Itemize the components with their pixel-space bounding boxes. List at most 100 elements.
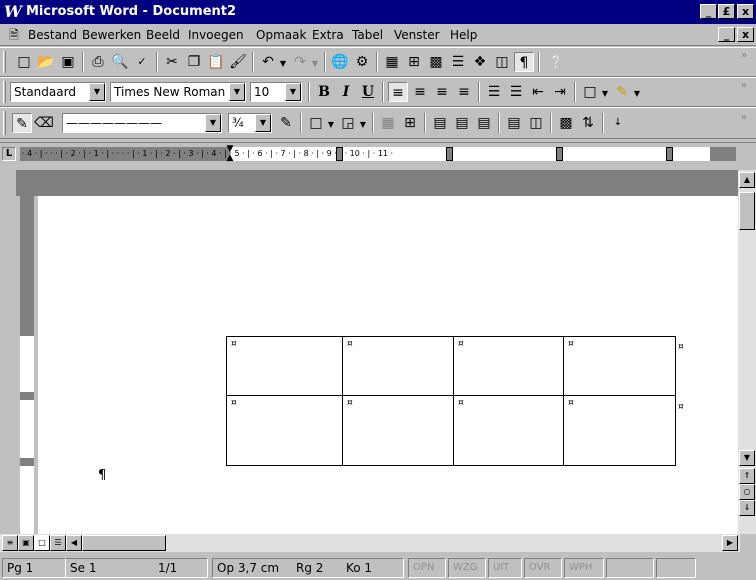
more-buttons-icon[interactable]: »: [734, 46, 754, 66]
align-top-icon[interactable]: ▤: [430, 113, 450, 133]
align-middle-icon[interactable]: ▤: [452, 113, 472, 133]
text-direction-icon[interactable]: ⇅: [578, 113, 598, 133]
style-select[interactable]: Standaard ▼: [10, 82, 106, 102]
bold-button[interactable]: B: [314, 82, 334, 102]
chevron-down-icon[interactable]: ▼: [205, 114, 221, 132]
columns-icon[interactable]: ☰: [448, 52, 468, 72]
print-preview-icon[interactable]: 🔍: [110, 52, 130, 72]
menu-bestand[interactable]: Bestand: [28, 28, 77, 42]
menu-bewerken[interactable]: Bewerken: [82, 28, 141, 42]
font-size-select[interactable]: 10 ▼: [250, 82, 302, 102]
minimize-button[interactable]: _: [700, 4, 717, 19]
print-icon[interactable]: ⎙: [88, 52, 108, 72]
browse-object-icon[interactable]: ○: [739, 484, 755, 500]
chevron-down-icon[interactable]: ▼: [229, 83, 245, 101]
copy-icon[interactable]: ❐: [184, 52, 204, 72]
table-cell[interactable]: ¤: [342, 336, 454, 396]
help-icon[interactable]: ❔: [546, 52, 566, 72]
menu-tabel[interactable]: Tabel: [352, 28, 383, 42]
document-map-icon[interactable]: ◫: [492, 52, 512, 72]
font-select[interactable]: Times New Roman ▼: [110, 82, 246, 102]
table-cell[interactable]: ¤: [226, 336, 343, 396]
row-marker[interactable]: [20, 392, 34, 400]
highlight-icon[interactable]: ✎: [612, 82, 632, 102]
document-icon[interactable]: 🗎: [4, 25, 24, 45]
chevron-down-icon[interactable]: ▼: [285, 83, 301, 101]
hyperlink-icon[interactable]: 🌐: [330, 52, 350, 72]
menu-invoegen[interactable]: Invoegen: [188, 28, 244, 42]
web-layout-view-icon[interactable]: ▣: [18, 535, 34, 551]
table-cell[interactable]: ¤: [563, 336, 676, 396]
normal-view-icon[interactable]: ≡: [2, 535, 18, 551]
table-cell[interactable]: ¤: [226, 395, 343, 466]
doc-minimize-button[interactable]: _: [718, 27, 735, 42]
scroll-down-icon[interactable]: ▼: [739, 450, 755, 466]
chevron-down-icon[interactable]: ▼: [89, 83, 105, 101]
insert-excel-icon[interactable]: ▩: [426, 52, 446, 72]
draw-table-icon[interactable]: ✎: [12, 113, 32, 133]
scroll-thumb[interactable]: [739, 192, 755, 230]
more-buttons-icon[interactable]: »: [734, 76, 754, 96]
spelling-icon[interactable]: ✓: [132, 52, 152, 72]
close-button[interactable]: x: [737, 4, 754, 19]
increase-indent-icon[interactable]: ⇥: [550, 82, 570, 102]
doc-close-button[interactable]: x: [737, 27, 754, 42]
undo-dropdown-icon[interactable]: ▼: [278, 54, 288, 74]
paste-icon[interactable]: 📋: [206, 52, 226, 72]
status-mode-wzg[interactable]: WZG: [448, 558, 486, 578]
menu-opmaak[interactable]: Opmaak: [256, 28, 306, 42]
outline-view-icon[interactable]: ☰: [50, 535, 66, 551]
table-cell[interactable]: ¤: [453, 336, 564, 396]
drawing-icon[interactable]: ❖: [470, 52, 490, 72]
maximize-button[interactable]: £: [718, 4, 735, 19]
redo-icon[interactable]: ↷: [290, 52, 310, 72]
menu-beeld[interactable]: Beeld: [146, 28, 180, 42]
more-buttons-icon[interactable]: »: [734, 108, 754, 128]
align-left-icon[interactable]: ≡: [388, 82, 408, 102]
distribute-columns-icon[interactable]: ◫: [526, 113, 546, 133]
status-mode-opn[interactable]: OPN: [408, 558, 446, 578]
shading-icon[interactable]: ◲: [338, 113, 358, 133]
align-bottom-icon[interactable]: ▤: [474, 113, 494, 133]
document-page[interactable]: ¤ ¤ ¤ ¤ ¤ ¤ ¤ ¤ ¤ ¤ ¶: [38, 196, 738, 534]
toolbar-grip[interactable]: [3, 111, 6, 135]
column-marker[interactable]: [556, 147, 563, 161]
menu-venster[interactable]: Venster: [394, 28, 440, 42]
next-page-icon[interactable]: ⇓: [739, 500, 755, 516]
border-dropdown-icon[interactable]: ▼: [326, 115, 336, 135]
document-table[interactable]: ¤ ¤ ¤ ¤ ¤ ¤ ¤ ¤: [226, 336, 676, 466]
border-dropdown-icon[interactable]: ▼: [600, 84, 610, 104]
shading-dropdown-icon[interactable]: ▼: [358, 115, 368, 135]
open-folder-icon[interactable]: 📂: [36, 52, 56, 72]
insert-table-icon[interactable]: ⊞: [404, 52, 424, 72]
status-mode-wph[interactable]: WPH: [564, 558, 604, 578]
menu-extra[interactable]: Extra: [312, 28, 344, 42]
bullets-icon[interactable]: ☰: [506, 82, 526, 102]
split-cells-icon[interactable]: ⊞: [400, 113, 420, 133]
distribute-rows-icon[interactable]: ▤: [504, 113, 524, 133]
align-right-icon[interactable]: ≡: [432, 82, 452, 102]
status-mode-uit[interactable]: UIT: [488, 558, 522, 578]
menu-help[interactable]: Help: [450, 28, 477, 42]
line-weight-select[interactable]: ¾ ▼: [228, 113, 272, 133]
outside-border-icon[interactable]: □: [306, 113, 326, 133]
tables-borders-icon[interactable]: ▦: [382, 52, 402, 72]
web-toolbar-icon[interactable]: ⚙: [352, 52, 372, 72]
new-document-icon[interactable]: □: [14, 52, 34, 72]
decrease-indent-icon[interactable]: ⇤: [528, 82, 548, 102]
save-icon[interactable]: ▣: [58, 52, 78, 72]
border-color-icon[interactable]: ✎: [276, 113, 296, 133]
indent-marker-icon[interactable]: ▼ ▲: [226, 145, 234, 167]
line-style-select[interactable]: ———————— ▼: [62, 113, 222, 133]
row-marker[interactable]: [20, 458, 34, 466]
align-center-icon[interactable]: ≡: [410, 82, 430, 102]
scroll-left-icon[interactable]: ◀: [66, 535, 82, 551]
toolbar-grip[interactable]: [3, 51, 6, 73]
show-hide-paragraph-icon[interactable]: ¶: [514, 52, 534, 72]
column-marker[interactable]: [446, 147, 453, 161]
scroll-up-icon[interactable]: ▲: [739, 172, 755, 188]
format-painter-icon[interactable]: 🖌: [228, 52, 248, 72]
justify-icon[interactable]: ≡: [454, 82, 474, 102]
italic-button[interactable]: I: [336, 82, 356, 102]
vertical-scrollbar[interactable]: ▲ ▼ ⇑ ○ ⇓: [738, 170, 756, 534]
